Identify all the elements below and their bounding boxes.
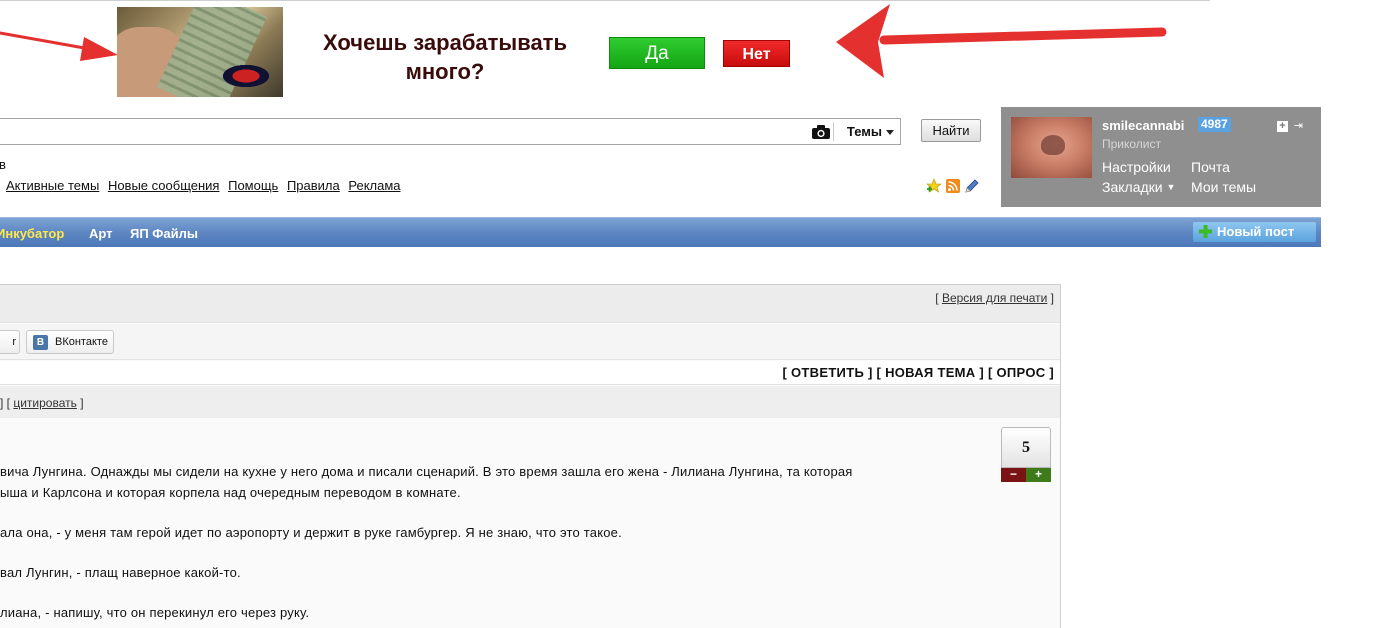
casino-logo-icon — [219, 63, 273, 89]
main-nav: Инкубатор Арт ЯП Файлы — [0, 217, 1321, 247]
post-line: лиана, - напишу, что он перекинул его че… — [0, 605, 310, 620]
user-panel: smilecannabi Приколист Настройки Почта З… — [1001, 107, 1321, 207]
user-panel-icons: + ⇥ — [1277, 119, 1303, 132]
post-tools: ] [ цитировать ] — [0, 396, 84, 410]
ad-no-button[interactable]: Нет — [723, 40, 790, 67]
link-help[interactable]: Помощь — [228, 178, 278, 193]
rss-icon[interactable] — [946, 179, 960, 193]
user-rank: Приколист — [1102, 137, 1161, 151]
quote-row: ] [ цитировать ] — [0, 386, 1060, 418]
post-line: ыша и Карлсона и которая корпела над оче… — [0, 485, 461, 500]
post-line: ала она, - у меня там герой идет по аэро… — [0, 525, 622, 540]
user-name[interactable]: smilecannabi — [1102, 118, 1184, 133]
link-ads[interactable]: Реклама — [348, 178, 400, 193]
topic-container: [ Версия для печати ] r B ВКонтакте [ ОТ… — [0, 284, 1061, 628]
post-line: вича Лунгина. Однажды мы сидели на кухне… — [0, 464, 853, 479]
nav-item-files[interactable]: ЯП Файлы — [130, 226, 198, 241]
search-input[interactable]: Темы — [0, 118, 901, 145]
share-row: r B ВКонтакте — [0, 324, 1060, 360]
chevron-down-icon[interactable] — [886, 130, 894, 135]
ad-yes-button[interactable]: Да — [609, 37, 705, 69]
nav-item-art[interactable]: Арт — [89, 226, 113, 241]
print-version-link[interactable]: Версия для печати — [942, 291, 1047, 305]
mail-link[interactable]: Почта — [1191, 159, 1230, 175]
caret-down-icon: ▼ — [1166, 182, 1176, 192]
bookmarks-label: Закладки — [1102, 179, 1163, 195]
star-add-icon[interactable] — [926, 178, 942, 194]
ad-banner-image[interactable] — [117, 7, 283, 97]
post-body: вича Лунгина. Однажды мы сидели на кухне… — [0, 419, 1060, 628]
new-post-label: Новый пост — [1217, 224, 1295, 239]
search-separator — [833, 122, 834, 141]
link-new-messages[interactable]: Новые сообщения — [108, 178, 220, 193]
print-row: [ Версия для печати ] — [0, 285, 1060, 323]
bookmarks-link[interactable]: Закладки ▼ — [1102, 179, 1175, 195]
pencil-icon[interactable] — [964, 178, 980, 194]
topic-actions[interactable]: [ ОТВЕТИТЬ ] [ НОВАЯ ТЕМА ] [ ОПРОС ] — [782, 365, 1054, 380]
ad-banner-title: Хочешь зарабатывать много? — [323, 30, 567, 84]
rating-value: 5 — [1001, 427, 1051, 468]
search-scope-select[interactable]: Темы — [847, 124, 882, 139]
camera-icon[interactable] — [812, 125, 830, 139]
header-fragment: в — [0, 157, 6, 172]
ad-banner[interactable]: Хочешь зарабатывать много? Да Нет — [0, 0, 1398, 105]
quote-link[interactable]: цитировать — [13, 396, 77, 410]
actions-row: [ ОТВЕТИТЬ ] [ НОВАЯ ТЕМА ] [ ОПРОС ] — [0, 361, 1060, 385]
link-active-topics[interactable]: Активные темы — [6, 178, 99, 193]
arrow-left-icon — [0, 31, 118, 61]
bracket-open: [ — [935, 291, 939, 305]
vote-down-button[interactable]: − — [1001, 468, 1026, 482]
vote-up-button[interactable]: + — [1026, 468, 1051, 482]
settings-link[interactable]: Настройки — [1102, 159, 1171, 175]
find-button[interactable]: Найти — [921, 119, 981, 142]
plus-icon — [1199, 225, 1212, 238]
new-post-button[interactable]: Новый пост — [1193, 222, 1316, 242]
share-button-partial[interactable]: r — [0, 330, 20, 354]
bracket-close-quote: ] — [80, 396, 84, 410]
share-vk-label: ВКонтакте — [55, 336, 108, 348]
my-topics-link[interactable]: Мои темы — [1191, 179, 1256, 195]
share-vk-button[interactable]: B ВКонтакте — [26, 330, 114, 354]
karma-badge: 4987 — [1198, 117, 1231, 132]
bracket-close: ] — [1050, 291, 1054, 305]
post-line: вал Лунгин, - плащ наверное какой-то. — [0, 565, 241, 580]
logout-icon[interactable]: ⇥ — [1294, 119, 1303, 132]
expand-icon[interactable]: + — [1277, 121, 1288, 132]
vk-logo-icon: B — [33, 335, 48, 350]
nav-item-incubator[interactable]: Инкубатор — [0, 226, 64, 241]
bracket-fragment: ] [ — [0, 396, 11, 410]
header-links: Активные темы Новые сообщения Помощь Пра… — [6, 178, 406, 193]
rating-widget: 5 − + — [1001, 427, 1051, 483]
link-rules[interactable]: Правила — [287, 178, 340, 193]
avatar[interactable] — [1011, 117, 1092, 178]
print-version: [ Версия для печати ] — [935, 291, 1054, 305]
arrow-right-icon — [836, 4, 1167, 78]
